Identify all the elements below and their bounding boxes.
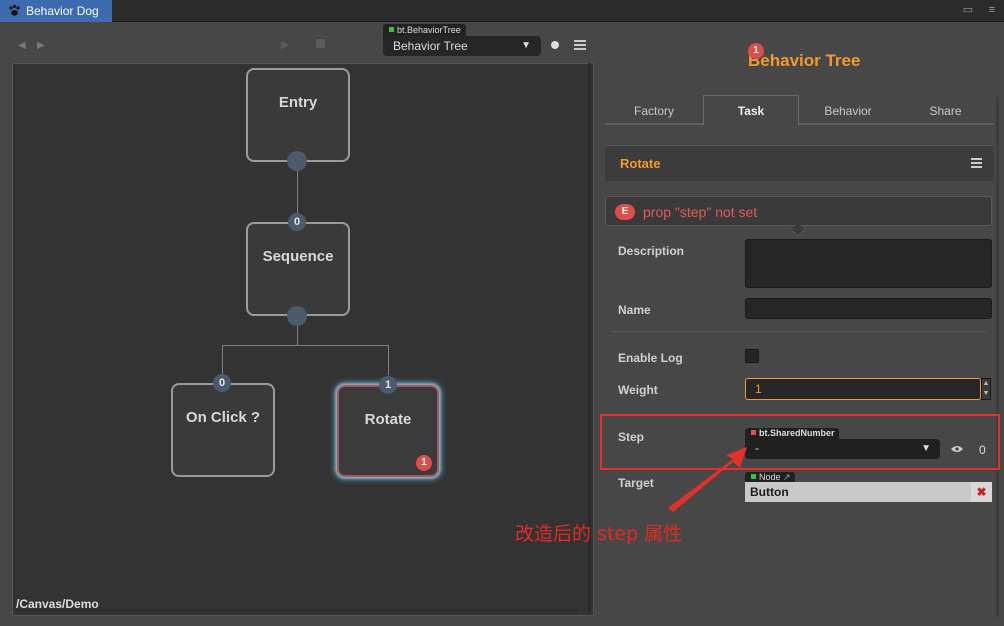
chevron-down-icon: ▼ [521, 40, 531, 51]
node-rotate-label: Rotate [364, 411, 412, 428]
stop-icon[interactable] [316, 39, 325, 48]
error-tooltip-tail [790, 222, 806, 238]
behavior-tree-select[interactable]: Behavior Tree ▼ [383, 36, 541, 56]
tab-share[interactable]: Share [897, 97, 994, 125]
node-sequence-index: 0 [288, 213, 306, 231]
node-on-click-index: 0 [213, 374, 231, 392]
wire-entry-sequence [297, 170, 298, 214]
node-on-click-label: On Click ? [185, 409, 261, 426]
play-icon[interactable]: ▶ [281, 39, 289, 51]
weight-input[interactable]: 1 [745, 378, 981, 400]
tab-task[interactable]: Task [703, 95, 799, 125]
tab-behavior[interactable]: Behavior [799, 97, 897, 125]
target-node-field[interactable]: Button [745, 482, 971, 502]
task-section-header[interactable]: Rotate [605, 145, 994, 181]
name-label: Name [618, 303, 651, 317]
title-bar: Behavior Dog ▭ ≡ [0, 0, 1004, 22]
node-on-click[interactable]: On Click ? [171, 383, 275, 477]
error-message-box: E prop "step" not set [605, 196, 992, 238]
section-menu-icon[interactable] [971, 158, 982, 170]
weight-label: Weight [618, 383, 658, 397]
behavior-tree-select-value: Behavior Tree [393, 39, 468, 53]
node-rotate-index: 1 [379, 376, 397, 394]
clear-target-button[interactable]: ✖ [971, 482, 992, 502]
enable-log-checkbox[interactable] [745, 349, 759, 363]
back-arrow-icon[interactable]: ◀ [18, 40, 28, 52]
external-link-icon[interactable]: ↗ [783, 472, 791, 482]
name-input[interactable] [745, 298, 992, 319]
task-section-title: Rotate [620, 156, 661, 171]
wire-to-on-click [222, 345, 223, 375]
props-divider [611, 331, 987, 332]
window-tab-behavior-dog[interactable]: Behavior Dog [0, 0, 112, 22]
target-label: Target [618, 476, 654, 490]
error-icon: E [615, 204, 635, 220]
wire-horizontal [222, 345, 389, 346]
node-sequence-output-port[interactable] [287, 306, 307, 326]
canvas-path: /Canvas/Demo [16, 597, 99, 611]
record-icon[interactable] [551, 41, 559, 49]
canvas-horizontal-scrollbar[interactable] [16, 609, 578, 611]
restore-icon[interactable]: ▭ [961, 3, 975, 17]
tree-type-tag: bt.BehaviorTree [383, 24, 466, 36]
paw-icon [9, 4, 20, 16]
inspector-tabs: Factory Task Behavior Share [605, 95, 994, 125]
annotation-highlight-box [600, 414, 1000, 470]
inspector-error-badge: 1 [748, 43, 764, 59]
weight-stepper[interactable]: ▲ ▼ [981, 378, 991, 400]
node-entry-label: Entry [278, 94, 318, 111]
tab-factory[interactable]: Factory [605, 97, 703, 125]
description-textarea[interactable] [745, 239, 992, 288]
error-message-text: prop "step" not set [643, 204, 758, 220]
node-rotate-error-badge: 1 [416, 455, 432, 471]
enable-log-label: Enable Log [618, 351, 683, 365]
node-entry[interactable]: Entry [246, 68, 350, 162]
wire-to-rotate [388, 345, 389, 375]
inspector-title: Behavior Tree [748, 51, 861, 70]
wire-sequence-trunk [297, 324, 298, 345]
annotation-text: 改造后的 step 属性 [515, 523, 683, 545]
node-entry-output-port[interactable] [287, 151, 307, 171]
node-sequence-label: Sequence [262, 248, 334, 265]
inspector-scrollbar[interactable] [996, 97, 999, 617]
window-tab-label: Behavior Dog [26, 4, 99, 18]
forward-arrow-icon[interactable]: ▶ [37, 40, 47, 52]
toolbar-menu-icon[interactable] [574, 40, 586, 50]
node-sequence[interactable]: Sequence [246, 222, 350, 316]
window-menu-icon[interactable]: ≡ [985, 3, 999, 17]
description-label: Description [618, 244, 685, 258]
